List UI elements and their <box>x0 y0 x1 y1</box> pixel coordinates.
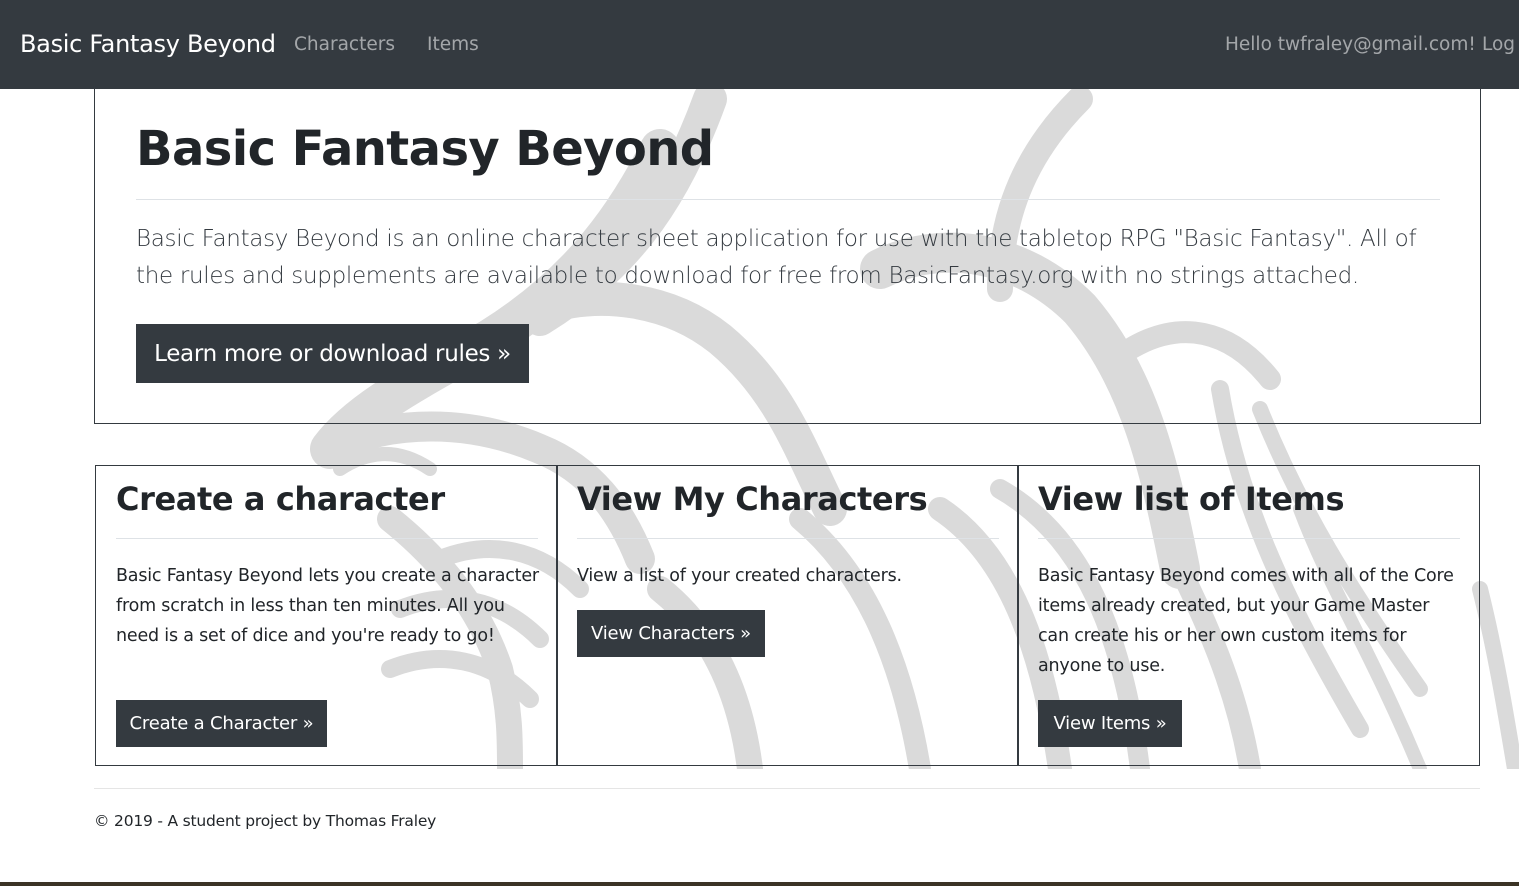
card-divider <box>1038 538 1460 539</box>
user-greeting-link[interactable]: Hello twfraley@gmail.com! <box>1225 34 1476 55</box>
footer-divider <box>94 788 1480 789</box>
card-title: View My Characters <box>577 480 928 518</box>
bottom-edge-strip <box>0 882 1519 886</box>
intro-description: Basic Fantasy Beyond is an online charac… <box>136 226 1417 289</box>
create-character-button[interactable]: Create a Character » <box>116 700 327 747</box>
view-items-button[interactable]: View Items » <box>1038 700 1182 747</box>
top-navbar: Basic Fantasy Beyond Characters Items He… <box>0 0 1519 89</box>
card-text: View a list of your created characters. <box>577 566 902 586</box>
nav-link-items[interactable]: Items <box>427 34 479 55</box>
card-title: Create a character <box>116 480 445 518</box>
page-title: Basic Fantasy Beyond <box>136 121 714 177</box>
view-items-card: View list of Items Basic Fantasy Beyond … <box>1017 465 1480 766</box>
title-divider <box>136 199 1440 200</box>
create-character-card: Create a character Basic Fantasy Beyond … <box>95 465 558 766</box>
card-text: Basic Fantasy Beyond comes with all of t… <box>1038 566 1454 676</box>
view-characters-button[interactable]: View Characters » <box>577 610 765 657</box>
brand-link[interactable]: Basic Fantasy Beyond <box>20 30 276 58</box>
view-characters-card: View My Characters View a list of your c… <box>556 465 1019 766</box>
learn-more-button[interactable]: Learn more or download rules » <box>136 324 529 383</box>
nav-link-characters[interactable]: Characters <box>294 34 395 55</box>
intro-jumbotron: Basic Fantasy Beyond Basic Fantasy Beyon… <box>94 89 1481 424</box>
card-text: Basic Fantasy Beyond lets you create a c… <box>116 566 539 646</box>
logout-link[interactable]: Log <box>1482 34 1515 55</box>
footer-text: © 2019 - A student project by Thomas Fra… <box>94 812 437 830</box>
card-title: View list of Items <box>1038 480 1345 518</box>
card-divider <box>577 538 999 539</box>
card-divider <box>116 538 538 539</box>
